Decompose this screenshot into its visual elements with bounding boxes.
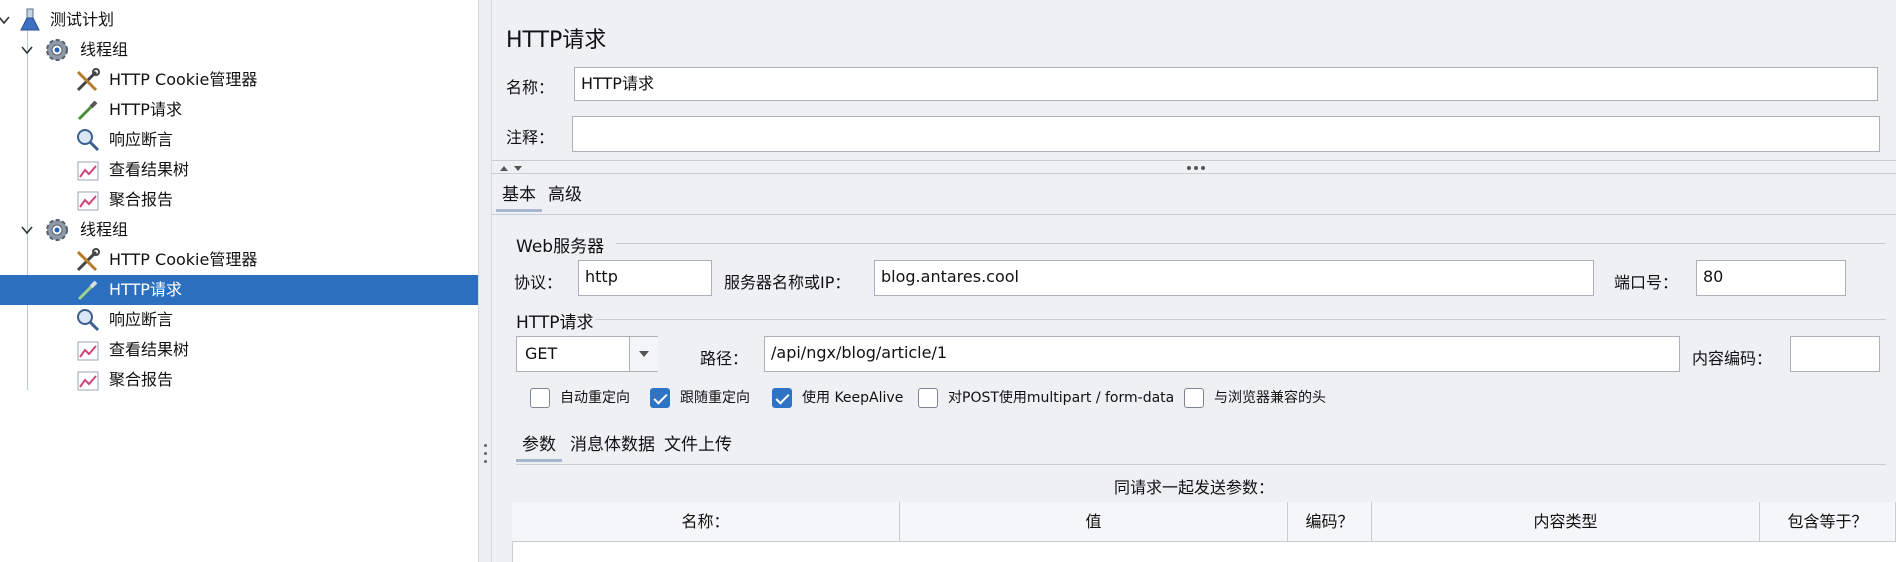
column-header-name[interactable]: 名称：: [512, 502, 900, 542]
section-divider: [616, 243, 1886, 244]
gear-icon: [46, 219, 68, 241]
tree-item-label: 线程组: [80, 40, 129, 59]
dropdown-button[interactable]: [629, 337, 658, 371]
tree-item-label: HTTP请求: [109, 280, 182, 299]
encoding-field[interactable]: [1790, 336, 1880, 372]
tree-item-test-plan[interactable]: 测试计划: [0, 5, 478, 35]
port-field[interactable]: 80: [1696, 260, 1846, 296]
http-request-panel: HTTP请求 名称： HTTP请求 注释： 基本 高级 Web服务器 协议： h…: [492, 0, 1896, 562]
tree-item-cookie-manager[interactable]: HTTP Cookie管理器: [0, 65, 478, 95]
multipart-checkbox[interactable]: [918, 388, 938, 408]
graph-icon: [77, 161, 99, 181]
chevron-down-icon[interactable]: [20, 43, 34, 57]
pipette-icon: [77, 280, 98, 301]
tree-item-label: HTTP Cookie管理器: [109, 250, 258, 269]
tree-item-response-assertion[interactable]: 响应断言: [0, 305, 478, 335]
http-request-section-title: HTTP请求: [516, 313, 594, 333]
page-title: HTTP请求: [506, 28, 607, 53]
tab-file-upload[interactable]: 文件上传: [658, 430, 738, 460]
browser-headers-checkbox[interactable]: [1184, 388, 1204, 408]
tree-item-response-assertion[interactable]: 响应断言: [0, 125, 478, 155]
comment-label: 注释：: [506, 128, 555, 147]
tab-advanced[interactable]: 高级: [542, 180, 588, 210]
tree-item-label: 查看结果树: [109, 340, 190, 359]
protocol-field[interactable]: http: [578, 260, 712, 296]
gear-icon: [46, 39, 68, 61]
tree-item-label: 查看结果树: [109, 160, 190, 179]
path-field[interactable]: /api/ngx/blog/article/1: [764, 336, 1680, 372]
graph-icon: [77, 371, 99, 391]
browser-headers-label: 与浏览器兼容的头: [1214, 390, 1326, 406]
server-field[interactable]: blog.antares.cool: [874, 260, 1594, 296]
tree-item-label: 响应断言: [109, 310, 174, 329]
pipette-icon: [77, 100, 98, 121]
grip-dot: [484, 460, 487, 463]
tree-item-http-request-selected[interactable]: HTTP请求: [0, 275, 478, 305]
tree-item-label: 响应断言: [109, 130, 174, 149]
tree-item-thread-group[interactable]: 线程组: [0, 35, 478, 65]
magnifier-icon: [77, 309, 100, 332]
tree-item-label: 聚合报告: [109, 190, 174, 209]
grip-dot: [484, 444, 487, 447]
path-label: 路径：: [700, 349, 749, 368]
method-value: GET: [525, 344, 558, 363]
chevron-down-icon[interactable]: [0, 13, 11, 27]
tree-item-label: 线程组: [80, 220, 129, 239]
tree-item-http-request[interactable]: HTTP请求: [0, 95, 478, 125]
auto-redirect-label: 自动重定向: [560, 390, 630, 406]
split-pane-divider[interactable]: [478, 0, 492, 562]
protocol-label: 协议：: [514, 273, 563, 292]
tree-item-label: HTTP Cookie管理器: [109, 70, 258, 89]
graph-icon: [77, 341, 99, 361]
tree-item-cookie-manager[interactable]: HTTP Cookie管理器: [0, 245, 478, 275]
magnifier-icon: [77, 129, 100, 152]
column-header-content-type[interactable]: 内容类型: [1372, 502, 1760, 542]
port-label: 端口号：: [1614, 273, 1679, 292]
drag-handle-icon[interactable]: [1186, 165, 1206, 171]
tab-basic[interactable]: 基本: [496, 180, 542, 212]
column-header-encode[interactable]: 编码？: [1288, 502, 1372, 542]
keepalive-label: 使用 KeepAlive: [802, 390, 904, 406]
collapse-arrows-icon[interactable]: [498, 164, 526, 173]
follow-redirect-checkbox[interactable]: [650, 388, 670, 408]
tree-item-view-results-tree[interactable]: 查看结果树: [0, 335, 478, 365]
graph-icon: [77, 191, 99, 211]
tree-item-thread-group[interactable]: 线程组: [0, 215, 478, 245]
tree-item-label: 测试计划: [50, 10, 115, 29]
column-header-include-equals[interactable]: 包含等于？: [1760, 502, 1896, 542]
test-plan-tree[interactable]: 测试计划 线程组 HTTP Cookie管理器 HTTP请求 响应断言 查看结果…: [0, 0, 478, 562]
comment-field[interactable]: [572, 116, 1880, 152]
tools-icon: [76, 248, 100, 272]
params-caption: 同请求一起发送参数：: [1113, 478, 1274, 497]
follow-redirect-label: 跟随重定向: [680, 390, 750, 406]
tree-item-label: 聚合报告: [109, 370, 174, 389]
grip-dot: [484, 452, 487, 455]
tools-icon: [76, 68, 100, 92]
flask-icon: [20, 8, 40, 31]
chevron-down-icon: [639, 351, 649, 357]
tab-divider: [516, 464, 1886, 465]
auto-redirect-checkbox[interactable]: [530, 388, 550, 408]
tree-item-aggregate-report[interactable]: 聚合报告: [0, 365, 478, 395]
tree-item-view-results-tree[interactable]: 查看结果树: [0, 155, 478, 185]
tab-parameters[interactable]: 参数: [516, 430, 562, 462]
encoding-label: 内容编码：: [1692, 349, 1773, 368]
keepalive-checkbox[interactable]: [772, 388, 792, 408]
tab-divider: [492, 214, 1896, 215]
column-header-value[interactable]: 值: [900, 502, 1288, 542]
name-field[interactable]: HTTP请求: [574, 67, 1878, 101]
collapse-bar[interactable]: [492, 160, 1896, 174]
chevron-down-icon[interactable]: [20, 223, 34, 237]
tree-item-aggregate-report[interactable]: 聚合报告: [0, 185, 478, 215]
web-server-section-title: Web服务器: [516, 237, 605, 257]
section-divider: [596, 319, 1886, 320]
tree-item-label: HTTP请求: [109, 100, 182, 119]
method-select[interactable]: GET: [516, 336, 658, 372]
multipart-label: 对POST使用multipart / form-data: [948, 390, 1175, 406]
tab-body-data[interactable]: 消息体数据: [564, 430, 661, 460]
server-label: 服务器名称或IP：: [724, 273, 851, 292]
name-label: 名称：: [506, 78, 555, 97]
